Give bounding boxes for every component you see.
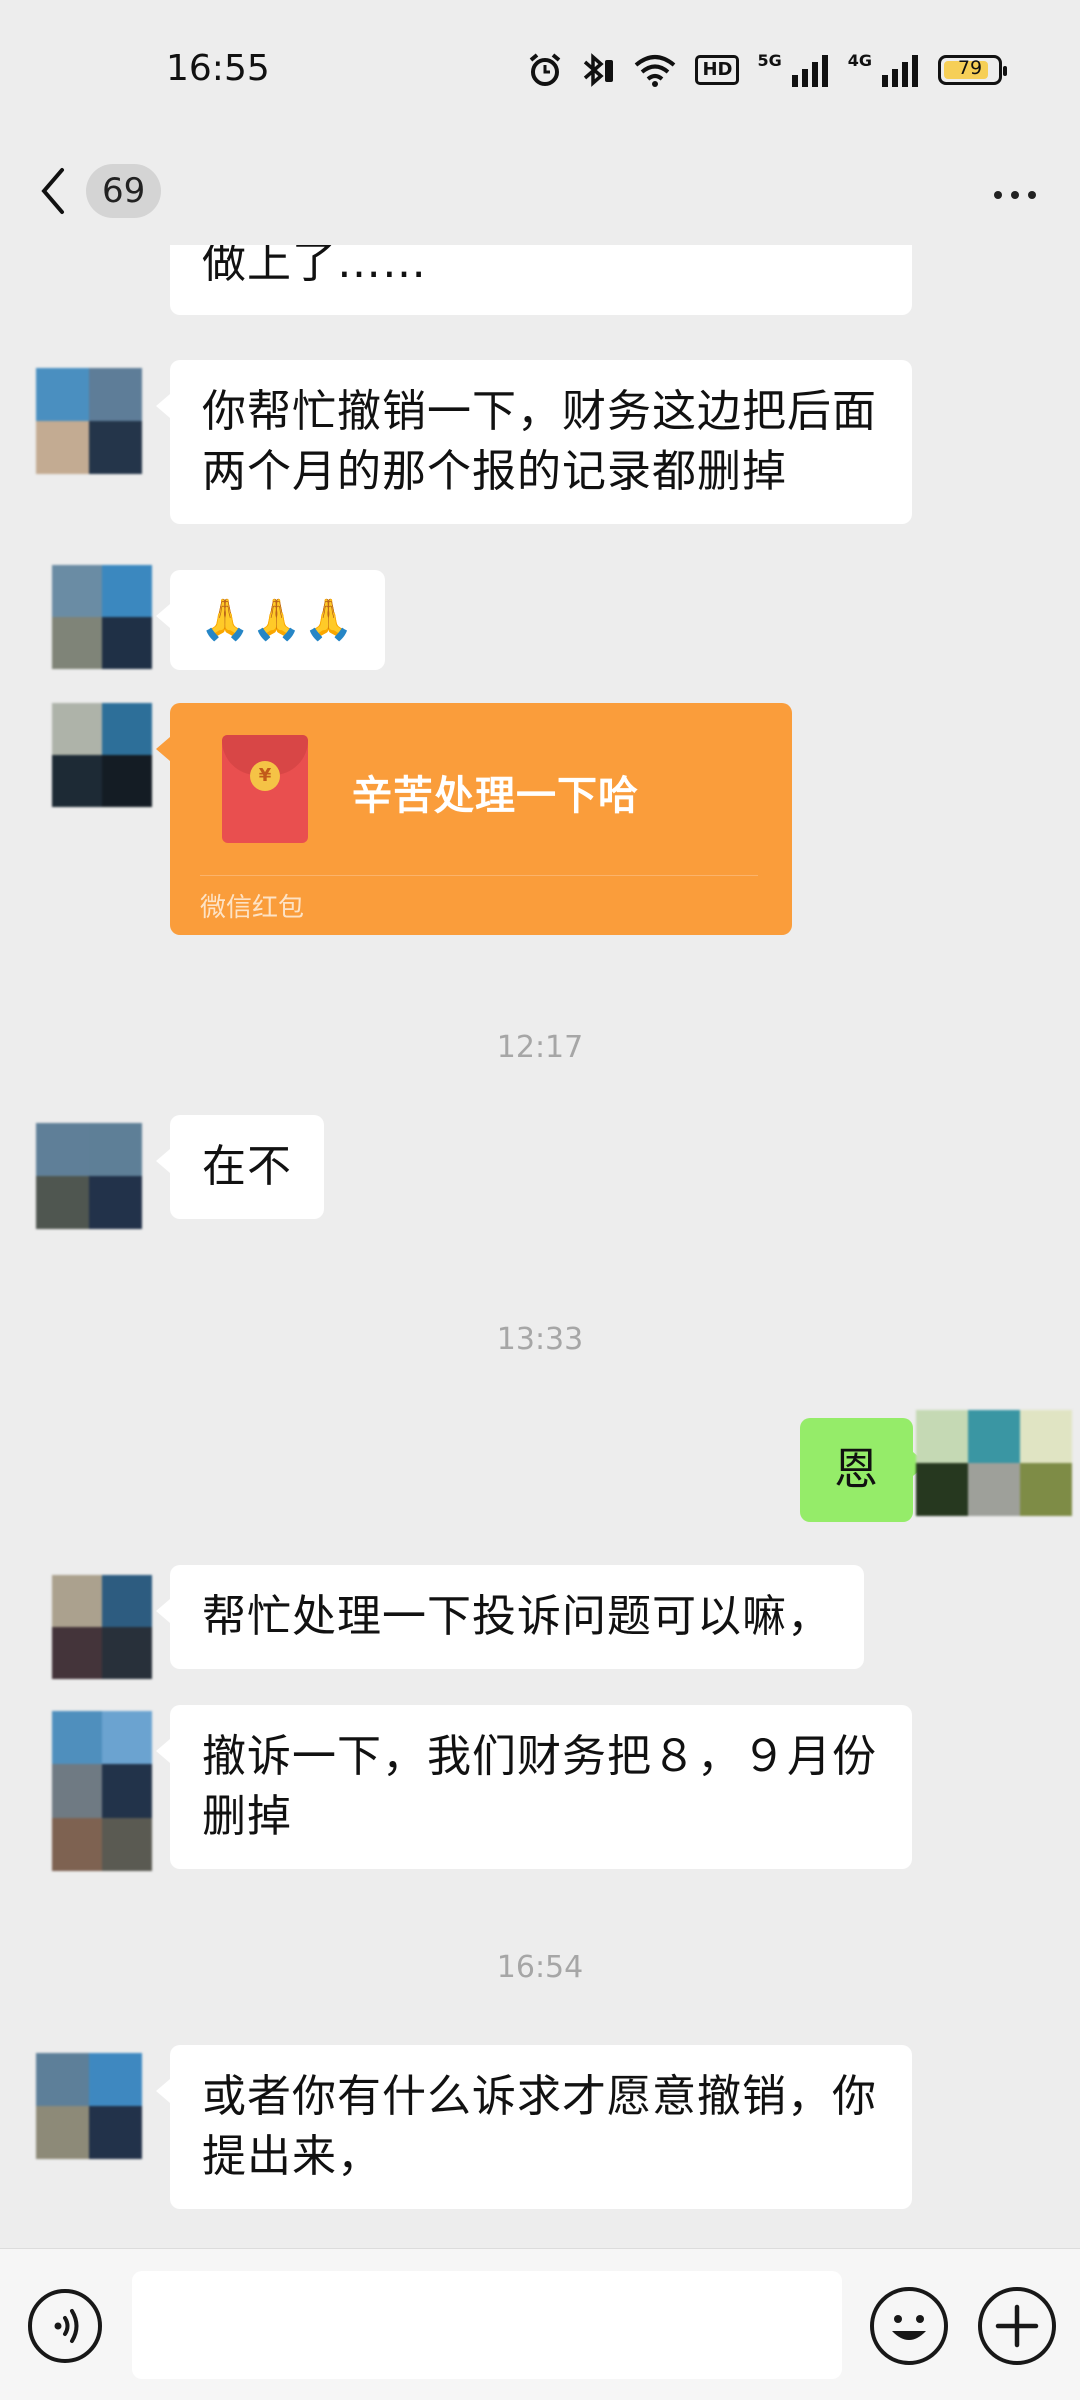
red-packet-message[interactable]: ¥ 辛苦处理一下哈 微信红包: [156, 703, 792, 935]
input-bar: [0, 2248, 1080, 2400]
message-timestamp: 12:17: [496, 1030, 584, 1065]
red-packet-greeting: 辛苦处理一下哈: [352, 773, 639, 819]
contact-avatar[interactable]: [52, 1711, 152, 1871]
my-message-bubble[interactable]: 恩: [800, 1418, 927, 1522]
more-functions-button[interactable]: [978, 2287, 1056, 2365]
message-bubble[interactable]: 你帮忙撤销一下，财务这边把后面两个月的那个报的记录都删掉: [156, 360, 912, 524]
status-icons: HD 5G 4G 79: [527, 50, 1007, 90]
message-bubble[interactable]: 帮忙处理一下投诉问题可以嘛，: [156, 1565, 864, 1669]
battery-icon: 79: [938, 55, 1007, 85]
more-dots-icon: [994, 191, 1002, 199]
message-bubble[interactable]: 或者你有什么诉求才愿意撤销，你提出来，: [156, 2045, 912, 2209]
battery-level: 79: [957, 57, 983, 79]
signal-4g-icon: [882, 55, 918, 87]
message-bubble[interactable]: 🙏🙏🙏: [155, 570, 386, 670]
alarm-icon: [530, 53, 561, 86]
network-4g-label: 4G: [847, 50, 872, 70]
network-5g-label: 5G: [757, 50, 782, 70]
voice-icon: [54, 2309, 79, 2343]
chevron-left-icon: [41, 168, 64, 214]
signal-5g-icon: [791, 55, 828, 87]
contact-avatar[interactable]: [36, 368, 142, 474]
chat-header: 69: [0, 140, 1080, 245]
status-bar: 16:55 HD 5G 4G 79: [0, 0, 1080, 140]
message-bubble[interactable]: 你闹软了，所以他做账的时候把你做上了……: [170, 245, 912, 315]
back-button[interactable]: 69: [38, 158, 162, 224]
message-bubble[interactable]: 在不: [156, 1115, 324, 1219]
plus-icon: [995, 2304, 1039, 2348]
status-time: 16:55: [166, 48, 270, 89]
contact-avatar[interactable]: [52, 565, 152, 669]
red-envelope-icon: ¥: [222, 735, 308, 843]
contact-avatar[interactable]: [36, 1123, 142, 1229]
contact-avatar[interactable]: [52, 703, 152, 807]
unread-count-badge: 69: [86, 164, 162, 218]
smiley-icon: [892, 2315, 926, 2340]
message-timestamp: 13:33: [496, 1322, 584, 1357]
red-packet-label: 微信红包: [200, 893, 305, 923]
message-timestamp: 16:54: [496, 1950, 584, 1985]
message-input[interactable]: [132, 2271, 842, 2379]
message-list[interactable]: 你闹软了，所以他做账的时候把你做上了…… 你帮忙撤销一下，财务这边把后面两个月的…: [0, 245, 1080, 2248]
emoji-button[interactable]: [870, 2287, 948, 2365]
contact-avatar[interactable]: [36, 2053, 142, 2159]
wifi-icon: [635, 55, 676, 87]
voice-input-button[interactable]: [28, 2289, 102, 2363]
contact-avatar[interactable]: [52, 1575, 152, 1679]
hd-voice-badge: HD: [695, 55, 740, 85]
bluetooth-battery-icon: [584, 53, 614, 87]
coin-icon: ¥: [250, 761, 280, 791]
more-options-button[interactable]: [980, 170, 1050, 220]
message-bubble[interactable]: 撤诉一下，我们财务把８，９月份删掉: [156, 1705, 912, 1869]
my-avatar[interactable]: [916, 1410, 1072, 1516]
